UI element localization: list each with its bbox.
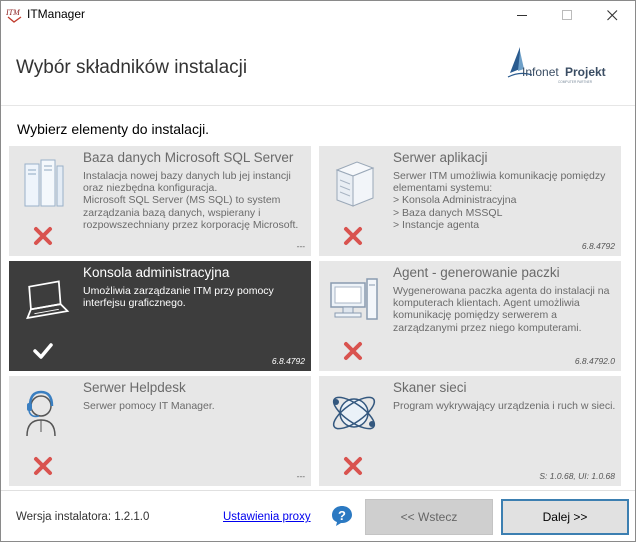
maximize-button[interactable]: [545, 1, 590, 29]
tile-title: Agent - generowanie paczki: [393, 265, 560, 280]
component-tile-sql-server[interactable]: Baza danych Microsoft SQL Server Instala…: [9, 146, 311, 256]
logo-text-bold: Projekt: [565, 65, 606, 79]
tile-description: Program wykrywający urządzenia i ruch w …: [393, 400, 616, 412]
installer-window: ITM ITManager Wybór składników instalacj…: [0, 0, 636, 542]
proxy-settings-link[interactable]: Ustawienia proxy: [223, 511, 311, 523]
tile-version: S: 1.0.68, UI: 1.0.68: [539, 471, 615, 481]
headset-agent-icon: [26, 390, 56, 437]
tile-description: Umożliwia zarządzanie ITM przy pomocy in…: [83, 285, 274, 310]
tile-description: Wygenerowana paczka agenta do instalacji…: [393, 285, 610, 334]
close-button[interactable]: [590, 1, 635, 29]
component-tile-admin-console[interactable]: Konsola administracyjna Umożliwia zarząd…: [9, 261, 311, 371]
tile-version: 6.8.4792.0: [574, 356, 615, 366]
sail-logo-icon: Infonet Projekt COMPUTER PARTNER: [507, 47, 606, 84]
unselected-x-icon: [34, 457, 52, 475]
component-tile-app-server[interactable]: Serwer aplikacji Serwer ITM umożliwia ko…: [319, 146, 621, 256]
tile-description: Instalacja nowej bazy danych lub jej ins…: [83, 170, 299, 231]
back-button[interactable]: << Wstecz: [365, 499, 493, 535]
tile-version: ---: [296, 471, 306, 481]
tile-version: ---: [296, 241, 306, 251]
footer-divider: [1, 490, 635, 491]
desktop-computer-icon: [330, 278, 378, 320]
tile-title: Baza danych Microsoft SQL Server: [83, 150, 294, 165]
minimize-button[interactable]: [500, 1, 545, 29]
unselected-x-icon: [344, 342, 362, 360]
minimize-icon: [517, 15, 527, 16]
server-tower-icon: [335, 161, 375, 207]
component-tile-helpdesk[interactable]: Serwer Helpdesk Serwer pomocy IT Manager…: [9, 376, 311, 486]
laptop-icon: [26, 280, 70, 320]
unselected-x-icon: [344, 227, 362, 245]
maximize-icon: [562, 10, 572, 20]
instruction-text: Wybierz elementy do instalacji.: [17, 121, 210, 137]
title-bar: ITM ITManager: [1, 1, 635, 29]
app-logo-icon: ITM: [6, 7, 23, 23]
component-tile-agent-package[interactable]: Agent - generowanie paczki Wygenerowana …: [319, 261, 621, 371]
tile-description: Serwer pomocy IT Manager.: [83, 400, 215, 412]
installer-version-label: Wersja instalatora: 1.2.1.0: [16, 511, 150, 523]
close-icon: [607, 10, 618, 21]
app-icon-text: ITM: [6, 8, 21, 17]
unselected-x-icon: [344, 457, 362, 475]
tile-title: Serwer aplikacji: [393, 150, 488, 165]
tile-title: Serwer Helpdesk: [83, 380, 186, 395]
network-scanner-icon: [332, 396, 376, 430]
tile-version: 6.8.4792: [271, 356, 305, 366]
checkmark-icon: [33, 343, 53, 359]
unselected-x-icon: [34, 227, 52, 245]
window-title: ITManager: [27, 7, 86, 21]
page-title: Wybór składników instalacji: [16, 57, 248, 78]
database-server-icon: [24, 159, 64, 207]
tile-description: Serwer ITM umożliwia komunikację pomiędz…: [393, 170, 606, 231]
help-icon[interactable]: ?: [331, 505, 353, 527]
tile-title: Skaner sieci: [393, 380, 467, 395]
logo-text-main: Infonet: [522, 65, 559, 79]
next-button[interactable]: Dalej >>: [501, 499, 629, 535]
tile-title: Konsola administracyjna: [83, 265, 230, 280]
tile-version: 6.8.4792: [581, 241, 615, 251]
component-tile-network-scanner[interactable]: Skaner sieci Program wykrywający urządze…: [319, 376, 621, 486]
svg-text:?: ?: [338, 508, 346, 523]
header-divider: [1, 105, 635, 106]
logo-tagline: COMPUTER PARTNER: [558, 80, 593, 84]
